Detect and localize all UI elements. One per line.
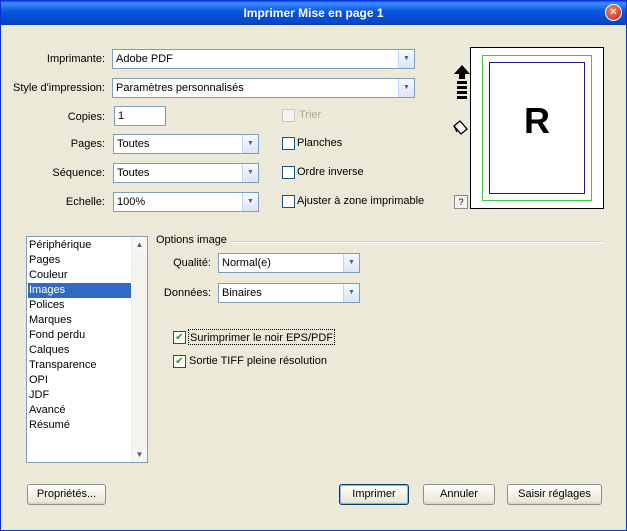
list-item[interactable]: Résumé bbox=[28, 418, 132, 433]
sequence-label: Séquence: bbox=[52, 167, 105, 179]
chevron-down-icon[interactable]: ▼ bbox=[398, 79, 414, 97]
sequence-select[interactable]: Toutes ▼ bbox=[113, 163, 259, 183]
scale-value: 100% bbox=[117, 196, 146, 208]
chevron-down-icon[interactable]: ▼ bbox=[242, 164, 258, 182]
sort-label: Trier bbox=[299, 109, 322, 121]
list-item[interactable]: Périphérique bbox=[28, 238, 132, 253]
quality-select[interactable]: Normal(e) ▼ bbox=[218, 253, 360, 273]
image-options-title: Options image bbox=[156, 233, 231, 247]
orientation-arrow-icon[interactable] bbox=[453, 65, 471, 101]
tiff-full-res-checkbox[interactable]: ✔ bbox=[173, 355, 186, 368]
tiff-full-res-label: Sortie TIFF pleine résolution bbox=[189, 355, 327, 367]
fit-printable-label: Ajuster à zone imprimable bbox=[297, 195, 425, 207]
list-item[interactable]: OPI bbox=[28, 373, 132, 388]
print-button[interactable]: Imprimer bbox=[339, 484, 409, 505]
sort-checkbox[interactable] bbox=[282, 109, 295, 122]
list-item[interactable]: Fond perdu bbox=[28, 328, 132, 343]
chevron-down-icon[interactable]: ▼ bbox=[343, 254, 359, 272]
list-item[interactable]: Calques bbox=[28, 343, 132, 358]
chevron-down-icon[interactable]: ▼ bbox=[242, 135, 258, 153]
copies-label: Copies: bbox=[67, 111, 105, 123]
page-flip-icon[interactable] bbox=[451, 119, 469, 137]
fit-printable-checkbox[interactable] bbox=[282, 195, 295, 208]
reverse-order-checkbox[interactable] bbox=[282, 166, 295, 179]
overprint-black-label: Surimprimer le noir EPS/PDF bbox=[188, 329, 336, 345]
print-style-select[interactable]: Paramètres personnalisés ▼ bbox=[112, 78, 415, 98]
chevron-down-icon[interactable]: ▼ bbox=[242, 193, 258, 211]
data-format-value: Binaires bbox=[222, 287, 262, 299]
title-bar: Imprimer Mise en page 1 ✕ bbox=[1, 1, 626, 25]
quality-label: Qualité: bbox=[173, 257, 211, 269]
printer-label: Imprimante: bbox=[46, 53, 105, 65]
data-format-select[interactable]: Binaires ▼ bbox=[218, 283, 360, 303]
save-settings-button[interactable]: Saisir réglages bbox=[507, 484, 602, 505]
list-item[interactable]: Avancé bbox=[28, 403, 132, 418]
data-format-label: Données: bbox=[163, 287, 211, 299]
spreads-checkbox[interactable] bbox=[282, 137, 295, 150]
close-icon[interactable]: ✕ bbox=[605, 4, 622, 21]
list-item[interactable]: Transparence bbox=[28, 358, 132, 373]
window-title: Imprimer Mise en page 1 bbox=[243, 6, 384, 20]
chevron-down-icon[interactable]: ▼ bbox=[398, 50, 414, 68]
scroll-down-icon[interactable]: ▼ bbox=[132, 447, 147, 462]
preview-letter: R bbox=[524, 100, 550, 141]
print-style-label: Style d'impression: bbox=[13, 82, 105, 94]
help-button[interactable]: ? bbox=[454, 195, 468, 209]
scale-select[interactable]: 100% ▼ bbox=[113, 192, 259, 212]
page-preview: R bbox=[470, 47, 604, 209]
copies-input[interactable]: 1 bbox=[114, 106, 166, 126]
print-dialog: Imprimer Mise en page 1 ✕ Imprimante: Ad… bbox=[0, 0, 627, 531]
pages-value: Toutes bbox=[117, 138, 150, 150]
reverse-order-label: Ordre inverse bbox=[297, 166, 364, 178]
overprint-black-checkbox[interactable]: ✔ bbox=[173, 331, 186, 344]
properties-button[interactable]: Propriétés... bbox=[27, 484, 106, 505]
pages-select[interactable]: Toutes ▼ bbox=[113, 134, 259, 154]
spreads-label: Planches bbox=[297, 137, 343, 149]
pages-label: Pages: bbox=[70, 138, 105, 150]
scale-label: Echelle: bbox=[65, 196, 105, 208]
printer-select[interactable]: Adobe PDF ▼ bbox=[112, 49, 415, 69]
print-style-value: Paramètres personnalisés bbox=[116, 82, 244, 94]
printer-value: Adobe PDF bbox=[116, 53, 173, 65]
sequence-value: Toutes bbox=[117, 167, 150, 179]
scroll-up-icon[interactable]: ▲ bbox=[132, 237, 147, 252]
chevron-down-icon[interactable]: ▼ bbox=[343, 284, 359, 302]
list-item[interactable]: JDF bbox=[28, 388, 132, 403]
cancel-button[interactable]: Annuler bbox=[423, 484, 495, 505]
list-item[interactable]: Marques bbox=[28, 313, 132, 328]
quality-value: Normal(e) bbox=[222, 257, 271, 269]
